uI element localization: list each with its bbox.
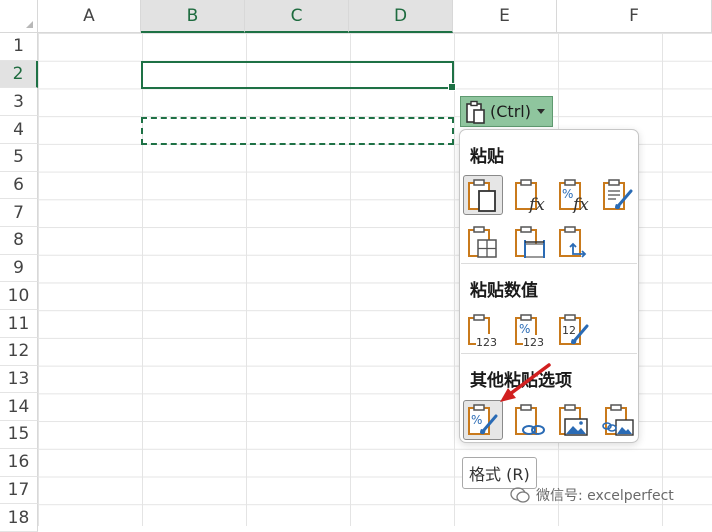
- formatting-icon: %: [468, 404, 498, 435]
- paste-option-picture[interactable]: [554, 400, 594, 440]
- row-header-10[interactable]: 10: [0, 282, 38, 311]
- chevron-down-icon: [536, 109, 545, 114]
- copied-range-marquee: [141, 117, 454, 145]
- values-number-format-icon: %123: [515, 314, 546, 348]
- paste-link-icon: [515, 404, 545, 435]
- paste-formulas-number-format-icon: %fx: [559, 179, 589, 213]
- row-header-18[interactable]: 18: [0, 504, 38, 532]
- paste-option-paste[interactable]: [463, 175, 503, 215]
- watermark: 微信号: excelperfect: [510, 484, 674, 506]
- row-header-5[interactable]: 5: [0, 143, 38, 172]
- paste-option-values-number-format[interactable]: % 123: [510, 310, 550, 350]
- svg-text:fx: fx: [571, 195, 589, 213]
- row-header-7[interactable]: 7: [0, 199, 38, 228]
- fill-handle[interactable]: [448, 83, 456, 91]
- paste-options-label: (Ctrl): [490, 102, 531, 121]
- section-title-paste: 粘贴: [470, 147, 504, 167]
- column-header-c[interactable]: C: [245, 0, 349, 33]
- column-header-b[interactable]: B: [141, 0, 245, 33]
- row-header-4[interactable]: 4: [0, 116, 38, 144]
- paste-option-formulas[interactable]: fx: [510, 175, 550, 215]
- section-title-paste-values: 粘贴数值: [470, 281, 538, 301]
- row-header-12[interactable]: 12: [0, 337, 38, 366]
- row-header-14[interactable]: 14: [0, 393, 38, 422]
- row-header-15[interactable]: 15: [0, 421, 38, 449]
- no-borders-icon: [468, 226, 497, 258]
- paste-options-button[interactable]: (Ctrl): [460, 96, 553, 127]
- picture-icon: [559, 404, 588, 436]
- paste-option-formatting[interactable]: %: [463, 400, 503, 440]
- keep-source-formatting-icon: [603, 179, 633, 210]
- row-header-16[interactable]: 16: [0, 448, 38, 477]
- spreadsheet-grid: ABCDEF 1 2 3 4 5 6 7 8 9 10 11 12 13 14 15 16 17 18 (Ctrl…: [0, 0, 712, 532]
- paste-option-paste-link[interactable]: [510, 400, 550, 440]
- paste-options-menu: 粘贴 fx % fx 粘贴数值 123 % 123 12 其他粘贴选项 %: [459, 129, 639, 443]
- column-header-a[interactable]: A: [38, 0, 141, 33]
- watermark-text: 微信号: excelperfect: [536, 488, 674, 504]
- paste-option-formulas-number-format[interactable]: % fx: [554, 175, 594, 215]
- svg-text:fx: fx: [527, 195, 545, 213]
- menu-separator: [461, 263, 637, 264]
- svg-text:%: %: [471, 413, 482, 427]
- row-header-6[interactable]: 6: [0, 171, 38, 200]
- paste-option-transpose[interactable]: [554, 222, 594, 262]
- paste-option-keep-source-formatting[interactable]: [598, 175, 638, 215]
- row-header-17[interactable]: 17: [0, 476, 38, 505]
- paste-formulas-icon: fx: [515, 179, 545, 213]
- select-all-corner[interactable]: [0, 0, 38, 33]
- paste-option-values-source-formatting[interactable]: 12: [554, 310, 594, 350]
- transpose-icon: [559, 226, 587, 258]
- section-title-other-paste-options: 其他粘贴选项: [470, 371, 572, 391]
- selected-range-b2-d2[interactable]: [141, 61, 456, 91]
- paste-option-no-borders[interactable]: [463, 222, 503, 262]
- paste-option-linked-picture[interactable]: [598, 400, 638, 440]
- svg-text:%: %: [562, 187, 573, 201]
- row-header-9[interactable]: 9: [0, 254, 38, 283]
- paste-option-keep-column-widths[interactable]: [510, 222, 550, 262]
- row-header-1[interactable]: 1: [0, 33, 38, 61]
- values-icon: 123: [468, 314, 499, 348]
- column-header-f[interactable]: F: [557, 0, 712, 33]
- column-header-e[interactable]: E: [453, 0, 557, 33]
- menu-separator: [461, 353, 637, 354]
- row-header-8[interactable]: 8: [0, 227, 38, 255]
- column-header-d[interactable]: D: [349, 0, 453, 33]
- svg-text:12: 12: [562, 324, 576, 337]
- row-header-11[interactable]: 11: [0, 310, 38, 338]
- row-header-3[interactable]: 3: [0, 88, 38, 117]
- svg-text:123: 123: [476, 336, 497, 348]
- row-header-2[interactable]: 2: [0, 60, 38, 89]
- values-source-formatting-icon: 12: [559, 314, 589, 345]
- paste-option-values[interactable]: 123: [463, 310, 503, 350]
- wechat-icon: [510, 487, 530, 503]
- linked-picture-icon: [602, 404, 634, 436]
- svg-text:123: 123: [523, 336, 544, 348]
- row-header-13[interactable]: 13: [0, 365, 38, 394]
- svg-text:%: %: [519, 322, 530, 336]
- paste-icon: [468, 179, 496, 212]
- keep-column-widths-icon: [515, 226, 545, 258]
- clipboard-icon: [466, 100, 485, 124]
- select-all-triangle-icon: [26, 21, 33, 28]
